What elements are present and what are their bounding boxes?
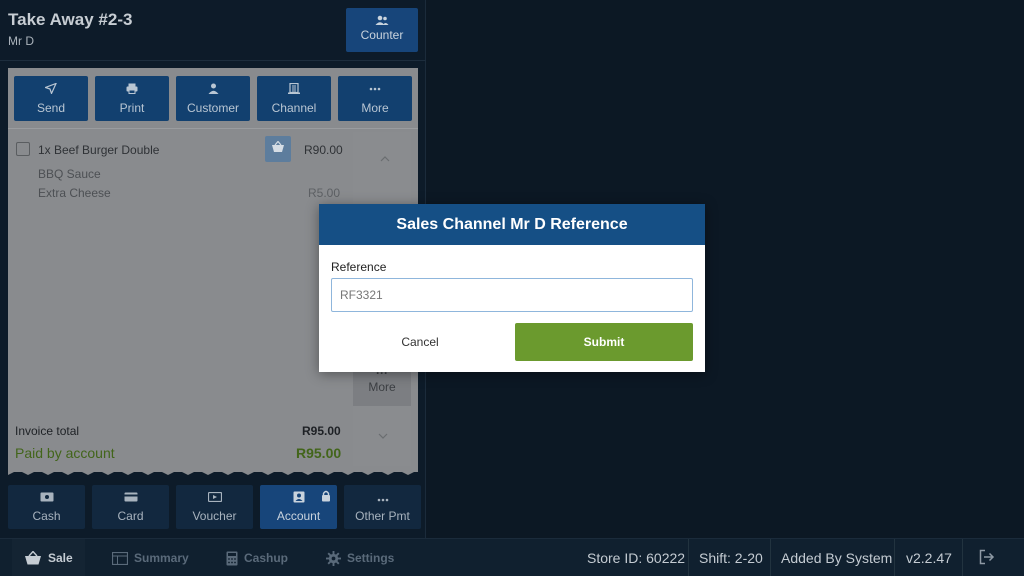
submit-button[interactable]: Submit: [515, 323, 693, 361]
reference-label: Reference: [331, 260, 387, 274]
dialog-title: Sales Channel Mr D Reference: [319, 204, 705, 245]
reference-input[interactable]: [331, 278, 693, 312]
cancel-button[interactable]: Cancel: [331, 323, 509, 361]
reference-dialog: Sales Channel Mr D Reference Reference C…: [319, 204, 705, 372]
